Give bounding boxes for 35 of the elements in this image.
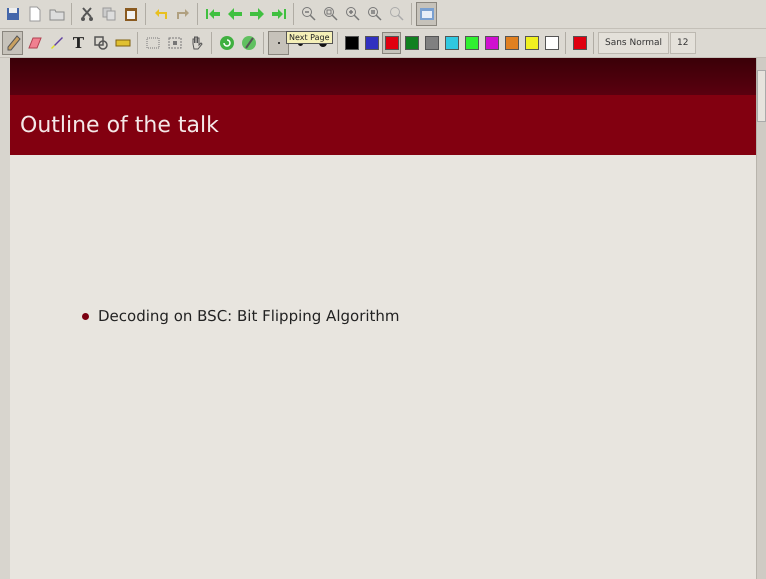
lasso-select-icon <box>144 35 160 51</box>
arrow-right-icon <box>248 6 264 22</box>
tool-button[interactable] <box>2 31 23 55</box>
arrow-left-icon <box>226 6 242 22</box>
redo-icon <box>174 6 190 22</box>
page-icon <box>26 6 42 22</box>
thickness-button[interactable] <box>268 31 289 55</box>
zoom-fit-icon <box>322 6 338 22</box>
refresh-icon <box>218 35 234 51</box>
fullscreen-icon <box>418 6 434 22</box>
shapes-icon <box>92 35 108 51</box>
font-button[interactable]: Sans Normal <box>598 32 670 54</box>
scrollbar[interactable] <box>756 58 766 579</box>
copy-icon <box>100 6 116 22</box>
tooltip: Next Page <box>286 31 333 44</box>
pen-shape-icon <box>240 35 256 51</box>
arrow-left-bar-icon <box>204 6 220 22</box>
zoom-icon <box>388 6 404 22</box>
arrow-right-bar-icon <box>270 6 286 22</box>
clipboard-icon <box>122 6 138 22</box>
bullet-icon <box>82 312 89 320</box>
zoom-out-icon <box>300 6 316 22</box>
color-swatch[interactable] <box>382 32 401 54</box>
select-rectangle-icon <box>166 35 182 51</box>
zoom-in-icon <box>344 6 360 22</box>
scissors-icon <box>78 6 94 22</box>
pencil-icon <box>4 35 20 51</box>
toolbar-button[interactable] <box>416 2 437 26</box>
font-size-button[interactable]: 12 <box>670 32 696 54</box>
bullet-text: Decoding on BSC: Bit Flipping Algorithm <box>98 307 400 325</box>
slide-title: Outline of the talk <box>20 112 219 138</box>
zoom-icon <box>366 6 382 22</box>
highlighter-icon <box>48 35 64 51</box>
eraser-icon <box>26 35 42 51</box>
tool-button[interactable]: T <box>68 31 89 55</box>
